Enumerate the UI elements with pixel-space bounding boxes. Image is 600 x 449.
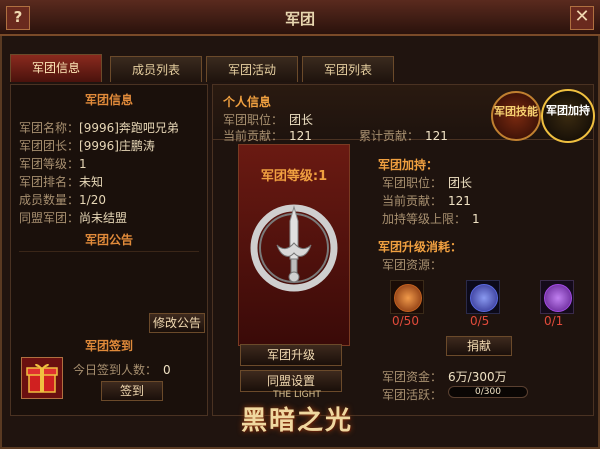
guild-info-header: 军团信息 xyxy=(84,93,133,107)
purple-rune-slot[interactable] xyxy=(540,280,574,314)
window-title: 军团 xyxy=(284,10,315,28)
orange-rune-icon xyxy=(394,284,422,312)
tab-guild-activity[interactable]: 军团活动 xyxy=(206,56,298,82)
alliance-row: 同盟军团：尚未结盟 xyxy=(19,211,128,225)
guild-skill-label: 军团技能 xyxy=(494,105,538,118)
purple-rune-icon xyxy=(544,284,572,312)
signin-button[interactable]: 签到 xyxy=(101,381,163,401)
alliance-settings-button[interactable]: 同盟设置 xyxy=(240,370,342,392)
guild-boost-button[interactable]: 军团加持 xyxy=(541,89,595,143)
boost-contrib-row: 当前贡献： 121 xyxy=(382,194,471,208)
donate-button[interactable]: 捐献 xyxy=(446,336,512,356)
activity-label: 军团活跃： xyxy=(382,388,443,402)
logo-subtitle: THE LIGHT xyxy=(273,390,321,400)
upgrade-resource-label: 军团资源： xyxy=(382,258,443,272)
boost-limit-row: 加持等级上限： 1 xyxy=(382,212,480,226)
orange-rune-slot[interactable] xyxy=(390,280,424,314)
edit-notice-button[interactable]: 修改公告 xyxy=(149,313,205,333)
purple-rune-count: 0/1 xyxy=(544,314,564,328)
fund-row: 军团资金： 6万/300万 xyxy=(382,370,507,384)
guild-leader-row: 军团团长：[9996]庄鹏涛 xyxy=(19,139,155,153)
upgrade-cost-header: 军团升级消耗： xyxy=(378,240,463,254)
boost-header: 军团加持： xyxy=(378,158,439,172)
tab-guild-list[interactable]: 军团列表 xyxy=(302,56,394,82)
notice-header: 军团公告 xyxy=(84,233,133,247)
game-logo: THE LIGHT 黑暗之光 xyxy=(222,390,372,448)
title-bar: ? 军团 ✕ xyxy=(0,0,600,36)
close-button[interactable]: ✕ xyxy=(570,6,594,30)
personal-info-header: 个人信息 xyxy=(223,95,272,109)
blue-rune-count: 0/5 xyxy=(470,314,490,328)
guild-name-row: 军团名称：[9996]奔跑吧兄弟 xyxy=(19,121,179,135)
left-panel: 军团信息 军团名称：[9996]奔跑吧兄弟 军团团长：[9996]庄鹏涛 军团等… xyxy=(10,84,208,416)
personal-current-contrib-row: 当前贡献： 121 xyxy=(223,129,312,143)
guild-level-row: 军团等级：1 xyxy=(19,157,87,171)
tab-guild-info[interactable]: 军团信息 xyxy=(10,54,102,82)
personal-total-contrib-row: 累计贡献： 121 xyxy=(359,129,448,143)
guild-level-banner: 军团等级:1 xyxy=(260,169,328,184)
blue-rune-slot[interactable] xyxy=(466,280,500,314)
guild-upgrade-button[interactable]: 军团升级 xyxy=(240,344,342,366)
sword-emblem-icon xyxy=(247,201,341,295)
activity-progress-bar: 0/300 xyxy=(448,386,528,398)
gift-box-icon xyxy=(21,357,63,399)
notice-area xyxy=(19,251,199,310)
guild-boost-label: 军团加持 xyxy=(546,104,590,117)
guild-skill-button[interactable]: 军团技能 xyxy=(491,91,541,141)
tab-bar: 军团信息 成员列表 军团活动 军团列表 xyxy=(0,54,600,84)
blue-rune-icon xyxy=(470,284,498,312)
guild-rank-row: 军团排名：未知 xyxy=(19,175,104,189)
orange-rune-count: 0/50 xyxy=(392,314,419,328)
signin-count-row: 今日签到人数： 0 xyxy=(73,363,171,377)
guild-banner: 军团等级:1 xyxy=(238,144,350,346)
tab-member-list[interactable]: 成员列表 xyxy=(110,56,202,82)
boost-position-row: 军团职位： 团长 xyxy=(382,176,473,190)
activity-progress-text: 0/300 xyxy=(475,387,501,397)
member-count-row: 成员数量：1/20 xyxy=(19,193,106,207)
personal-position-row: 军团职位： 团长 xyxy=(223,113,314,127)
signin-header: 军团签到 xyxy=(84,339,133,353)
logo-text: 黑暗之光 xyxy=(240,406,353,436)
